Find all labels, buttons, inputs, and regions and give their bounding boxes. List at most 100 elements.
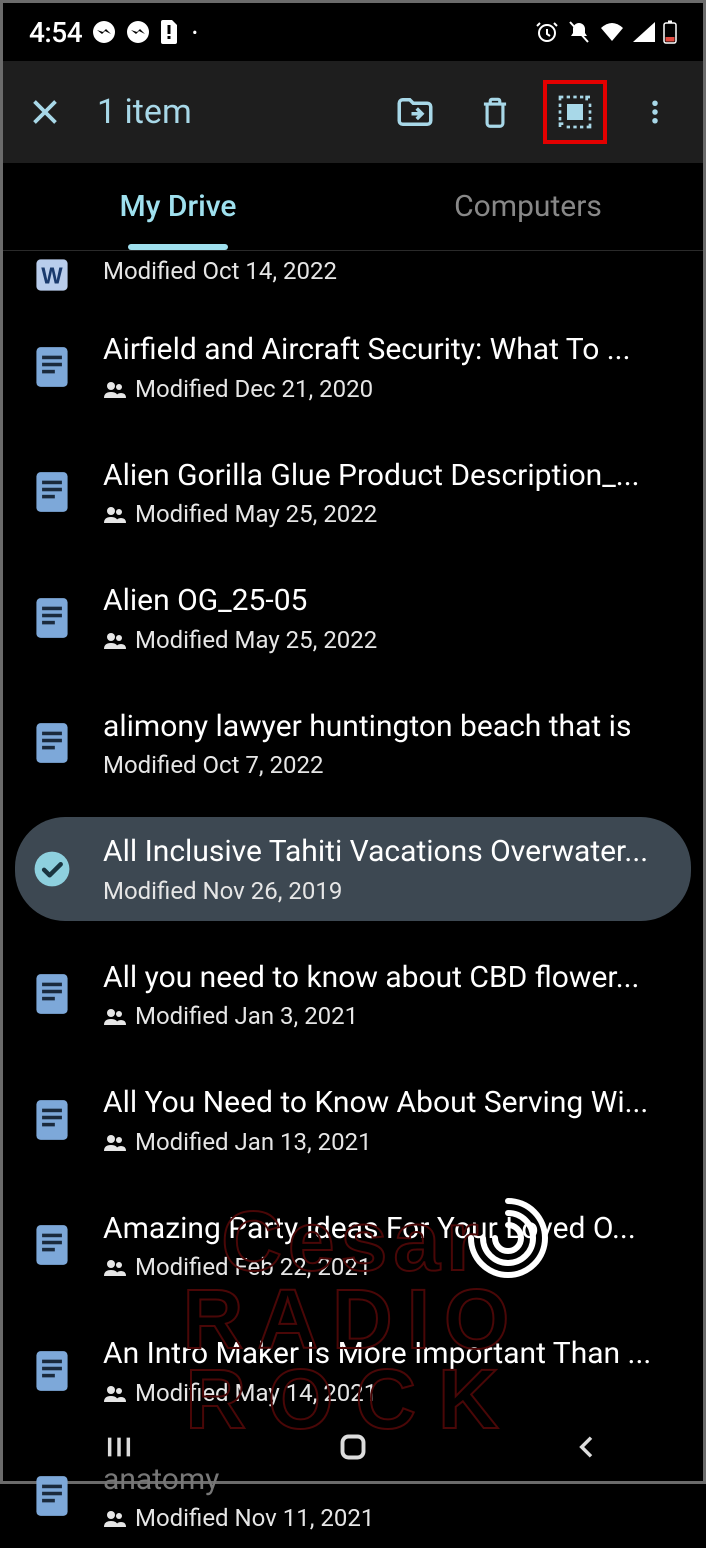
file-modified: Modified May 25, 2022 [135, 500, 377, 528]
word-doc-icon: W [33, 251, 71, 299]
file-meta: Modified May 25, 2022 [103, 500, 683, 528]
file-title: Alien Gorilla Glue Product Description_.… [103, 457, 683, 495]
status-right [535, 20, 677, 44]
close-button[interactable] [19, 86, 71, 138]
file-row[interactable]: W Modified Oct 14, 2022 [15, 251, 691, 315]
file-row[interactable]: Alien OG_25-05 Modified May 25, 2022 [15, 566, 691, 670]
file-title: Alien OG_25-05 [103, 582, 683, 620]
google-doc-icon [33, 1221, 71, 1269]
file-meta: Modified Nov 26, 2019 [103, 877, 683, 905]
tab-label: Computers [454, 189, 602, 224]
file-modified: Modified Feb 22, 2021 [135, 1253, 371, 1281]
status-left: 4:54 • [29, 16, 198, 49]
google-doc-icon [33, 343, 71, 391]
file-title: All you need to know about CBD flower... [103, 959, 683, 997]
file-meta: Modified May 25, 2022 [103, 626, 683, 654]
tab-label: My Drive [120, 189, 237, 224]
signal-icon [633, 22, 655, 42]
shared-icon [103, 380, 127, 398]
file-title: Amazing Party Ideas For Your Loved O... [103, 1210, 683, 1248]
shared-icon [103, 505, 127, 523]
google-doc-icon [33, 1096, 71, 1144]
move-to-button[interactable] [383, 80, 447, 144]
google-doc-icon [33, 468, 71, 516]
svg-text:W: W [41, 263, 63, 289]
file-modified: Modified Oct 7, 2022 [103, 751, 324, 779]
file-text: All Inclusive Tahiti Vacations Overwater… [103, 833, 683, 905]
google-doc-icon [33, 594, 71, 642]
status-clock: 4:54 [29, 16, 82, 49]
selection-toolbar: 1 item [3, 61, 703, 163]
file-text: Alien OG_25-05 Modified May 25, 2022 [103, 582, 683, 654]
shared-icon [103, 1007, 127, 1025]
selected-check-icon [33, 845, 71, 893]
file-row[interactable]: An Intro Maker Is More Important Than ..… [15, 1319, 691, 1423]
file-title: Airfield and Aircraft Security: What To … [103, 331, 683, 369]
file-text: Alien Gorilla Glue Product Description_.… [103, 457, 683, 529]
file-meta: Modified May 14, 2021 [103, 1379, 683, 1407]
file-row[interactable]: All You Need to Know About Serving Wi...… [15, 1068, 691, 1172]
alarm-icon [535, 20, 559, 44]
select-all-button[interactable] [543, 80, 607, 144]
selection-count: 1 item [97, 92, 367, 132]
file-meta: Modified Oct 7, 2022 [103, 751, 683, 779]
file-row[interactable]: Amazing Party Ideas For Your Loved O... M… [15, 1194, 691, 1298]
tab-bar: My Drive Computers [3, 163, 703, 251]
file-meta: Modified Nov 11, 2021 [103, 1504, 683, 1532]
file-modified: Modified Nov 26, 2019 [103, 877, 342, 905]
file-title: All You Need to Know About Serving Wi... [103, 1084, 683, 1122]
file-modified: Modified Jan 13, 2021 [135, 1128, 372, 1156]
tab-computers[interactable]: Computers [353, 163, 703, 250]
file-title: alimony lawyer huntington beach that is [103, 708, 683, 746]
shared-icon [103, 1509, 127, 1527]
google-doc-icon [33, 1347, 71, 1395]
file-modified: Modified Dec 21, 2020 [135, 375, 373, 403]
dot-icon: • [192, 23, 197, 42]
file-text: An Intro Maker Is More Important Than ..… [103, 1335, 683, 1407]
file-row[interactable]: All you need to know about CBD flower...… [15, 943, 691, 1047]
shared-icon [103, 1133, 127, 1151]
file-row[interactable]: Airfield and Aircraft Security: What To … [15, 315, 691, 419]
file-text: Modified Oct 14, 2022 [103, 251, 683, 285]
google-doc-icon [33, 970, 71, 1018]
shared-icon [103, 1384, 127, 1402]
recents-button[interactable] [103, 1431, 135, 1467]
file-row[interactable]: All Inclusive Tahiti Vacations Overwater… [15, 817, 691, 921]
file-text: Airfield and Aircraft Security: What To … [103, 331, 683, 403]
shared-icon [103, 1258, 127, 1276]
file-title: An Intro Maker Is More Important Than ..… [103, 1335, 683, 1373]
status-bar: 4:54 • [3, 3, 703, 61]
file-text: All You Need to Know About Serving Wi...… [103, 1084, 683, 1156]
messenger-icon-2 [126, 20, 150, 44]
file-modified: Modified May 25, 2022 [135, 626, 377, 654]
home-button[interactable] [335, 1429, 371, 1469]
shared-icon [103, 631, 127, 649]
messenger-icon [92, 20, 116, 44]
file-meta: Modified Oct 14, 2022 [103, 257, 683, 285]
file-meta: Modified Jan 3, 2021 [103, 1002, 683, 1030]
more-button[interactable] [623, 80, 687, 144]
back-button[interactable] [571, 1431, 603, 1467]
file-row[interactable]: Alien Gorilla Glue Product Description_.… [15, 441, 691, 545]
delete-button[interactable] [463, 80, 527, 144]
file-modified: Modified May 14, 2021 [135, 1379, 377, 1407]
file-modified: Modified Jan 3, 2021 [135, 1002, 358, 1030]
file-text: Amazing Party Ideas For Your Loved O... M… [103, 1210, 683, 1282]
sim-alert-icon [160, 20, 178, 44]
file-title: All Inclusive Tahiti Vacations Overwater… [103, 833, 683, 871]
battery-icon [663, 20, 677, 44]
file-modified: Modified Nov 11, 2021 [135, 1504, 374, 1532]
file-text: alimony lawyer huntington beach that is M… [103, 708, 683, 780]
file-meta: Modified Dec 21, 2020 [103, 375, 683, 403]
wifi-icon [599, 21, 625, 43]
file-row[interactable]: alimony lawyer huntington beach that is M… [15, 692, 691, 796]
system-nav-bar [3, 1417, 703, 1481]
file-meta: Modified Feb 22, 2021 [103, 1253, 683, 1281]
vibrate-icon [567, 20, 591, 44]
file-meta: Modified Jan 13, 2021 [103, 1128, 683, 1156]
file-modified: Modified Oct 14, 2022 [103, 257, 337, 285]
file-list[interactable]: W Modified Oct 14, 2022 Airfield and Aircr… [3, 251, 703, 1548]
tab-my-drive[interactable]: My Drive [3, 163, 353, 250]
file-text: All you need to know about CBD flower...… [103, 959, 683, 1031]
google-doc-icon [33, 719, 71, 767]
